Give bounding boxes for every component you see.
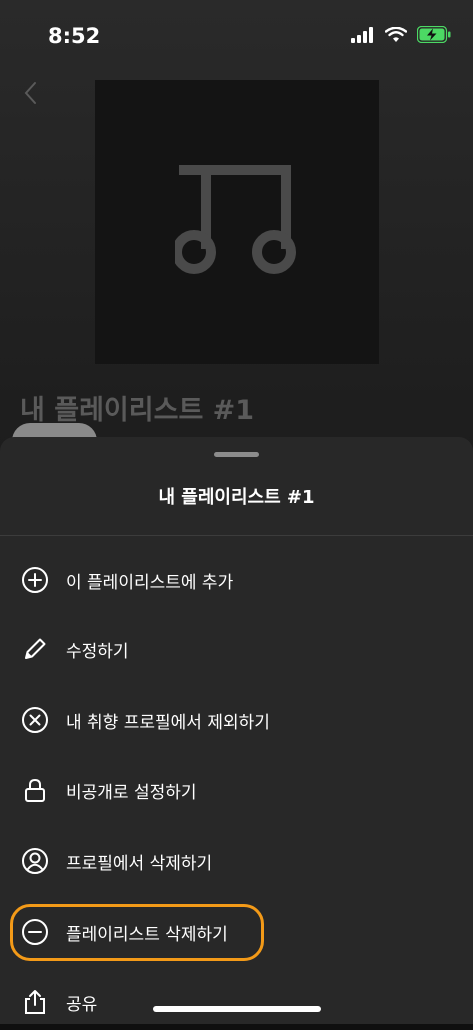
menu-label: 내 취향 프로필에서 제외하기: [66, 712, 270, 733]
add-circle-icon: [20, 565, 50, 595]
highlight-outline: [10, 904, 264, 961]
battery-charging-icon: [417, 26, 451, 43]
wifi-icon: [385, 26, 407, 42]
pencil-icon: [20, 634, 50, 664]
playlist-title-background: 내 플레이리스트 #1: [20, 395, 255, 426]
remove-x-circle-icon: [20, 705, 50, 735]
profile-circle-icon: [20, 846, 50, 876]
menu-item-edit[interactable]: 수정하기: [0, 621, 473, 677]
status-bar: 8:52: [0, 0, 473, 74]
menu-label: 공유: [66, 994, 98, 1015]
share-icon: [20, 987, 50, 1017]
menu-item-share[interactable]: 공유: [0, 974, 473, 1030]
menu-item-make-private[interactable]: 비공개로 설정하기: [0, 762, 473, 818]
music-note-icon: [175, 165, 296, 274]
menu-label: 수정하기: [66, 641, 129, 662]
menu-item-add-to-playlist[interactable]: 이 플레이리스트에 추가: [0, 552, 473, 608]
sheet-drag-handle[interactable]: [214, 452, 259, 457]
menu-label: 프로필에서 삭제하기: [66, 853, 213, 874]
lock-icon: [20, 775, 50, 805]
playlist-cover: [95, 80, 379, 364]
home-indicator[interactable]: [153, 1006, 321, 1012]
menu-label: 이 플레이리스트에 추가: [66, 572, 234, 593]
status-time: 8:52: [48, 24, 101, 48]
menu-label: 비공개로 설정하기: [66, 782, 197, 803]
menu-item-exclude-taste-profile[interactable]: 내 취향 프로필에서 제외하기: [0, 692, 473, 748]
back-chevron-icon[interactable]: [18, 80, 44, 106]
sheet-title: 내 플레이리스트 #1: [158, 487, 315, 508]
sheet-divider: [0, 535, 473, 536]
action-sheet: 내 플레이리스트 #1 이 플레이리스트에 추가 수정하기 내 취향 프로필에서…: [0, 437, 473, 1024]
menu-item-remove-from-profile[interactable]: 프로필에서 삭제하기: [0, 833, 473, 889]
signal-icon: [351, 26, 373, 43]
status-icons: [351, 26, 451, 43]
